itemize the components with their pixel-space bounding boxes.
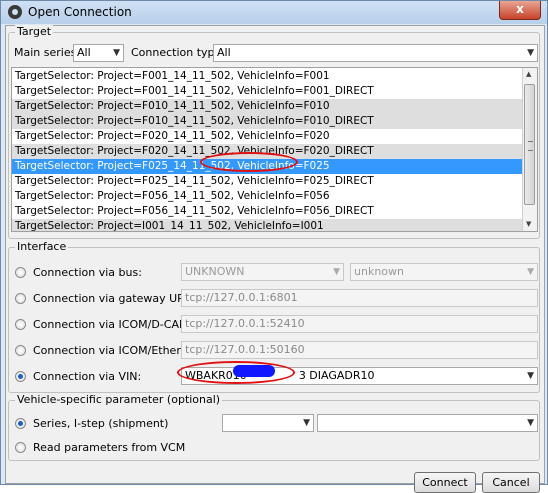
icom-dcan-radio[interactable]	[15, 319, 26, 330]
app-icon	[8, 5, 22, 19]
icom-dcan-value: tcp://127.0.0.1:52410	[185, 317, 305, 330]
istep-select[interactable]: ▼	[317, 414, 538, 432]
icom-ethernet-radio[interactable]	[15, 345, 26, 356]
chevron-down-icon: ▼	[113, 48, 120, 58]
list-item[interactable]: TargetSelector: Project=F010_14_11_502, …	[12, 99, 524, 114]
main-series-label: Main series:	[14, 46, 81, 59]
open-connection-window: Open Connection x Target Main series: Al…	[0, 0, 548, 493]
target-list[interactable]: TargetSelector: Project=F001_14_11_502, …	[11, 67, 538, 232]
gateway-url-field[interactable]: tcp://127.0.0.1:6801	[181, 289, 538, 307]
gateway-url-value: tcp://127.0.0.1:6801	[185, 291, 298, 304]
icom-ethernet-value: tcp://127.0.0.1:50160	[185, 343, 305, 356]
bus-select-2[interactable]: unknown ▼	[350, 263, 538, 281]
bus-radio[interactable]	[15, 267, 26, 278]
list-item[interactable]: TargetSelector: Project=F001_14_11_502, …	[12, 84, 524, 99]
list-item[interactable]: TargetSelector: Project=F056_14_11_502, …	[12, 204, 524, 219]
close-button[interactable]: x	[499, 1, 541, 20]
target-list-scrollbar[interactable]: ▲ ▼	[522, 68, 537, 231]
list-item[interactable]: TargetSelector: Project=F025_14_11_502, …	[12, 174, 524, 189]
red-annotation-circle	[200, 152, 298, 172]
list-item[interactable]: TargetSelector: Project=F020_14_11_502, …	[12, 129, 524, 144]
list-item[interactable]: TargetSelector: Project=I001_14_11_502, …	[12, 219, 524, 231]
list-item[interactable]: TargetSelector: Project=F001_14_11_502, …	[12, 69, 524, 84]
chevron-down-icon: ▼	[527, 418, 534, 428]
bus-value-2: unknown	[354, 265, 404, 278]
icom-ethernet-field[interactable]: tcp://127.0.0.1:50160	[181, 341, 538, 359]
chevron-down-icon: ▼	[333, 267, 340, 277]
main-series-select[interactable]: All ▼	[73, 44, 124, 62]
series-radio[interactable]	[15, 418, 26, 429]
chevron-down-icon: ▼	[303, 418, 310, 428]
vehicle-param-legend: Vehicle-specific parameter (optional)	[15, 393, 223, 406]
icom-dcan-label: Connection via ICOM/D-CAN:	[33, 318, 191, 331]
series-select[interactable]: ▼	[222, 414, 314, 432]
scroll-down-icon[interactable]: ▼	[526, 220, 531, 228]
read-vcm-radio[interactable]	[15, 442, 26, 453]
gateway-radio[interactable]	[15, 293, 26, 304]
vin-label: Connection via VIN:	[33, 370, 142, 383]
redaction-mark	[233, 365, 275, 377]
chevron-down-icon: ▼	[527, 48, 534, 58]
connection-type-select[interactable]: All ▼	[213, 44, 538, 62]
window-title: Open Connection	[28, 5, 132, 19]
chevron-down-icon: ▼	[527, 371, 534, 381]
connection-type-value: All	[217, 46, 231, 59]
gateway-label: Connection via gateway URL:	[33, 292, 195, 305]
list-item[interactable]: TargetSelector: Project=F010_14_11_502, …	[12, 114, 524, 129]
connection-type-label: Connection type:	[131, 46, 226, 59]
grip-icon	[528, 141, 533, 151]
icom-dcan-field[interactable]: tcp://127.0.0.1:52410	[181, 315, 538, 333]
cancel-button[interactable]: Cancel	[482, 472, 540, 493]
connect-button[interactable]: Connect	[414, 472, 476, 493]
bus-label: Connection via bus:	[33, 266, 142, 279]
scroll-up-icon[interactable]: ▲	[526, 70, 531, 78]
bus-select[interactable]: UNKNOWN ▼	[181, 263, 344, 281]
vehicle-param-group: Vehicle-specific parameter (optional) Se…	[8, 393, 540, 461]
interface-legend: Interface	[15, 240, 69, 253]
vin-radio[interactable]	[15, 371, 26, 382]
scroll-thumb[interactable]	[524, 84, 535, 205]
target-legend: Target	[15, 25, 54, 38]
main-series-value: All	[77, 46, 91, 59]
close-icon: x	[516, 2, 524, 16]
list-item[interactable]: TargetSelector: Project=F056_14_11_502, …	[12, 189, 524, 204]
dialog-body: Target Main series: All ▼ Connection typ…	[5, 25, 545, 493]
vin-value-end: 3 DIAGADR10	[298, 369, 375, 382]
bus-value: UNKNOWN	[185, 265, 245, 278]
title-bar: Open Connection x	[1, 1, 547, 24]
series-label: Series, I-step (shipment)	[33, 417, 169, 430]
chevron-down-icon: ▼	[527, 267, 534, 277]
read-vcm-label: Read parameters from VCM	[33, 441, 186, 454]
icom-ethernet-label: Connection via ICOM/Ethernet:	[33, 344, 203, 357]
